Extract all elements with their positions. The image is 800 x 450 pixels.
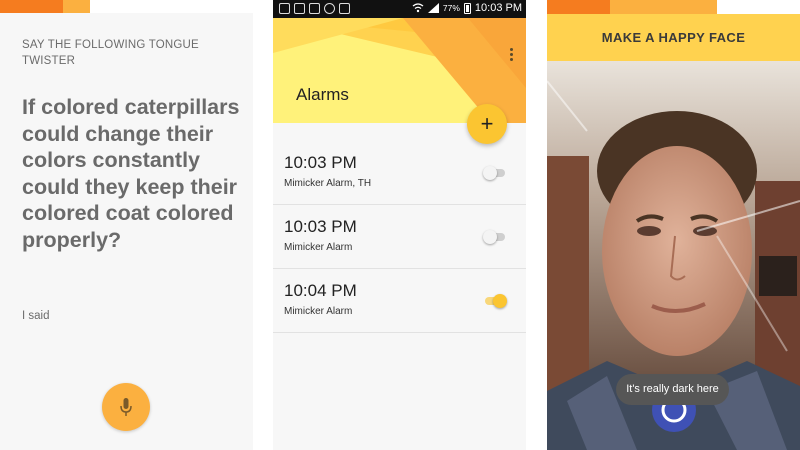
progress-stripe-white — [717, 0, 800, 14]
status-bar: 77% 10:03 PM — [273, 0, 526, 18]
battery-percent: 77% — [442, 3, 460, 13]
notification-icon — [279, 3, 290, 14]
alarm-clock-icon — [324, 3, 335, 14]
progress-stripe-orange — [547, 0, 610, 14]
toast-message: It's really dark here — [616, 374, 729, 405]
signal-icon — [427, 3, 439, 13]
i-said-label: I said — [22, 310, 50, 322]
tongue-twister-screen: SAY THE FOLLOWING TONGUE TWISTER If colo… — [0, 0, 253, 450]
alarm-time: 10:04 PM — [284, 281, 357, 300]
alarms-title: Alarms — [296, 85, 349, 104]
microphone-button[interactable] — [102, 383, 150, 431]
status-right: 77% 10:03 PM — [412, 2, 522, 14]
warning-icon — [339, 3, 350, 14]
wifi-icon — [412, 3, 424, 13]
alarm-toggle[interactable] — [483, 229, 507, 245]
title-bar: MAKE A HAPPY FACE — [547, 14, 800, 61]
missed-call-icon — [294, 3, 305, 14]
alarm-label: Mimicker Alarm, TH — [284, 178, 372, 189]
alarm-label: Mimicker Alarm — [284, 306, 353, 317]
alarm-row[interactable]: 10:04 PM Mimicker Alarm — [273, 269, 526, 333]
status-time: 10:03 PM — [474, 2, 522, 14]
tongue-twister-text: If colored caterpillars could change the… — [22, 95, 240, 252]
progress-stripe-amber — [63, 0, 90, 13]
image-icon — [309, 3, 320, 14]
progress-stripe-white — [90, 0, 253, 13]
alarm-time: 10:03 PM — [284, 153, 357, 172]
overflow-menu-icon[interactable] — [510, 48, 514, 63]
add-alarm-button[interactable]: + — [467, 104, 507, 144]
microphone-icon — [120, 398, 132, 416]
happy-face-title: MAKE A HAPPY FACE — [601, 30, 746, 45]
notification-icons — [279, 3, 350, 14]
progress-stripe-amber — [610, 0, 717, 14]
alarm-time: 10:03 PM — [284, 217, 357, 236]
progress-stripe-orange — [0, 0, 63, 13]
alarm-toggle[interactable] — [483, 165, 507, 181]
instruction-text: SAY THE FOLLOWING TONGUE TWISTER — [22, 39, 199, 67]
battery-icon — [463, 2, 471, 14]
alarm-toggle[interactable] — [483, 293, 507, 309]
alarm-row[interactable]: 10:03 PM Mimicker Alarm — [273, 205, 526, 269]
alarms-screen: 77% 10:03 PM Alarms + 10:03 PM Mimicker … — [273, 0, 526, 450]
alarm-row[interactable]: 10:03 PM Mimicker Alarm, TH — [273, 141, 526, 205]
alarm-label: Mimicker Alarm — [284, 242, 353, 253]
happy-face-screen: MAKE A HAPPY FACE It's really dark here — [547, 0, 800, 450]
